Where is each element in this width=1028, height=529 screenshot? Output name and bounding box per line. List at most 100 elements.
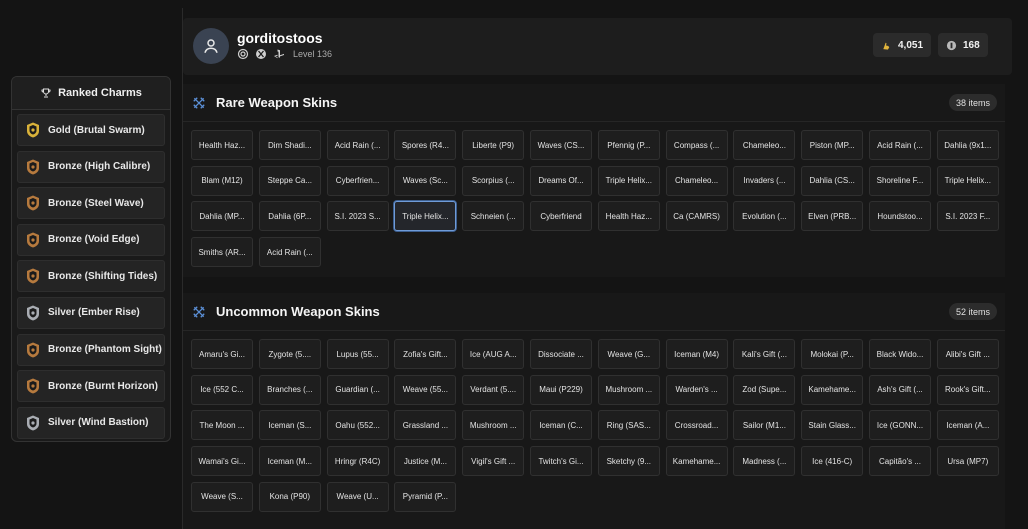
skin-tile[interactable]: Ice (416-C) xyxy=(801,446,864,477)
skin-tile-selected[interactable]: Triple Helix... xyxy=(394,201,457,232)
skin-tile[interactable]: Kona (P90) xyxy=(258,481,321,512)
skin-tile[interactable]: Black Wido... xyxy=(869,339,931,369)
skin-tile[interactable]: Weave (U... xyxy=(326,481,389,512)
skin-tile[interactable]: Justice (M... xyxy=(394,446,457,477)
skin-tile[interactable]: S.I. 2023 S... xyxy=(326,201,389,232)
skin-tile[interactable]: Ash's Gift (... xyxy=(869,374,931,405)
skin-tile[interactable]: Dissociate ... xyxy=(530,339,592,369)
skin-tile[interactable]: Iceman (A... xyxy=(936,410,999,441)
skin-tile[interactable]: Waves (Sc... xyxy=(394,165,457,196)
skin-tile[interactable]: Spores (R4... xyxy=(394,130,457,160)
skin-tile[interactable]: The Moon ... xyxy=(191,410,253,441)
skin-tile[interactable]: Triple Helix... xyxy=(936,165,999,196)
skin-tile[interactable]: Dahlia (6P... xyxy=(258,201,321,232)
skin-tile[interactable]: Weave (G... xyxy=(597,339,660,369)
charm-item[interactable]: Silver (Ember Rise) xyxy=(17,296,165,329)
skin-tile[interactable]: Kamehame... xyxy=(801,374,864,405)
skin-tile[interactable]: Dreams Of... xyxy=(530,165,592,196)
skin-tile[interactable]: Mushroom ... xyxy=(462,410,525,441)
charm-item[interactable]: Bronze (Shifting Tides) xyxy=(17,260,165,293)
skin-tile[interactable]: Dim Shadi... xyxy=(258,130,321,160)
skin-tile[interactable]: Twitch's Gi... xyxy=(530,446,592,477)
skin-tile[interactable]: Stain Glass... xyxy=(801,410,864,441)
skin-tile[interactable]: Sailor (M1... xyxy=(733,410,796,441)
skin-tile[interactable]: S.I. 2023 F... xyxy=(936,201,999,232)
skin-tile[interactable]: Vigil's Gift ... xyxy=(462,446,525,477)
skin-tile[interactable]: Ring (SAS... xyxy=(597,410,660,441)
skin-tile[interactable]: Rook's Gift... xyxy=(936,374,999,405)
skin-tile[interactable]: Pfennig (P... xyxy=(597,130,660,160)
skin-tile[interactable]: Iceman (M4) xyxy=(665,339,728,369)
avatar[interactable] xyxy=(193,28,229,64)
skin-tile[interactable]: Iceman (M... xyxy=(258,446,321,477)
skin-tile[interactable]: Ursa (MP7) xyxy=(936,446,999,477)
charm-item[interactable]: Bronze (Phantom Sight) xyxy=(17,333,165,366)
skin-tile[interactable]: Cyberfrien... xyxy=(326,165,389,196)
skin-tile[interactable]: Acid Rain (... xyxy=(258,237,321,268)
charm-item[interactable]: Bronze (High Calibre) xyxy=(17,150,165,183)
skin-tile[interactable]: Health Haz... xyxy=(191,130,253,160)
skin-tile[interactable]: Triple Helix... xyxy=(597,165,660,196)
skin-tile[interactable]: Iceman (S... xyxy=(258,410,321,441)
skin-tile[interactable]: Oahu (552... xyxy=(326,410,389,441)
skin-tile[interactable]: Dahlia (MP... xyxy=(191,201,253,232)
skin-tile[interactable]: Molokai (P... xyxy=(801,339,864,369)
skin-tile[interactable]: Capitão's ... xyxy=(869,446,931,477)
skin-tile[interactable]: Guardian (... xyxy=(326,374,389,405)
skin-tile[interactable]: Schneien (... xyxy=(462,201,525,232)
skin-tile[interactable]: Dahlia (CS... xyxy=(801,165,864,196)
charm-item[interactable]: Silver (Wind Bastion) xyxy=(17,406,165,439)
skin-tile[interactable]: Verdant (5.... xyxy=(462,374,525,405)
skin-tile[interactable]: Evolution (... xyxy=(733,201,796,232)
skin-tile[interactable]: Blam (M12) xyxy=(191,165,253,196)
skin-tile[interactable]: Madness (... xyxy=(733,446,796,477)
charm-item[interactable]: Gold (Brutal Swarm) xyxy=(17,114,165,146)
skin-tile[interactable]: Weave (S... xyxy=(191,481,253,512)
skin-tile[interactable]: Lupus (55... xyxy=(326,339,389,369)
skin-tile[interactable]: Chameleo... xyxy=(733,130,796,160)
skin-tile[interactable]: Chameleo... xyxy=(665,165,728,196)
skin-tile[interactable]: Weave (55... xyxy=(394,374,457,405)
skin-tile[interactable]: Acid Rain (... xyxy=(869,130,931,160)
skin-tile[interactable]: Maui (P229) xyxy=(530,374,592,405)
skin-tile[interactable]: Ice (GONN... xyxy=(869,410,931,441)
skin-tile[interactable]: Houndstoo... xyxy=(869,201,931,232)
skin-tile[interactable]: Kamehame... xyxy=(665,446,728,477)
skin-tile[interactable]: Ca (CAMRS) xyxy=(665,201,728,232)
skin-tile[interactable]: Warden's ... xyxy=(665,374,728,405)
skin-tile[interactable]: Scorpius (... xyxy=(462,165,525,196)
skin-tile[interactable]: Pyramid (P... xyxy=(394,481,457,512)
skin-tile[interactable]: Shoreline F... xyxy=(869,165,931,196)
skin-tile[interactable]: Cyberfriend xyxy=(530,201,592,232)
skin-tile[interactable]: Ice (552 C... xyxy=(191,374,253,405)
skin-tile[interactable]: Elven (PRB... xyxy=(801,201,864,232)
charm-item[interactable]: Bronze (Void Edge) xyxy=(17,223,165,256)
skin-tile[interactable]: Amaru's Gi... xyxy=(191,339,253,369)
skin-tile[interactable]: Invaders (... xyxy=(733,165,796,196)
charm-item[interactable]: Bronze (Steel Wave) xyxy=(17,187,165,220)
skin-tile[interactable]: Grassland ... xyxy=(394,410,457,441)
skin-tile[interactable]: Ice (AUG A... xyxy=(462,339,525,369)
skin-tile[interactable]: Alibi's Gift ... xyxy=(936,339,999,369)
skin-tile[interactable]: Iceman (C... xyxy=(530,410,592,441)
skin-tile[interactable]: Compass (... xyxy=(665,130,728,160)
skin-tile[interactable]: Zygote (5.... xyxy=(258,339,321,369)
skin-tile[interactable]: Hringr (R4C) xyxy=(326,446,389,477)
skin-tile[interactable]: Dahlia (9x1... xyxy=(936,130,999,160)
skin-tile[interactable]: Crossroad... xyxy=(665,410,728,441)
charm-item[interactable]: Bronze (Burnt Horizon) xyxy=(17,370,165,403)
skin-tile[interactable]: Zod (Supe... xyxy=(733,374,796,405)
skin-tile[interactable]: Branches (... xyxy=(258,374,321,405)
skin-tile[interactable]: Waves (CS... xyxy=(530,130,592,160)
skin-tile[interactable]: Wamai's Gi... xyxy=(191,446,253,477)
skin-tile[interactable]: Liberte (P9) xyxy=(462,130,525,160)
skin-tile[interactable]: Zofia's Gift... xyxy=(394,339,457,369)
skin-tile[interactable]: Sketchy (9... xyxy=(597,446,660,477)
skin-tile[interactable]: Kali's Gift (... xyxy=(733,339,796,369)
skin-tile[interactable]: Acid Rain (... xyxy=(326,130,389,160)
skin-tile[interactable]: Health Haz... xyxy=(597,201,660,232)
skin-tile[interactable]: Mushroom ... xyxy=(597,374,660,405)
skin-tile[interactable]: Steppe Ca... xyxy=(258,165,321,196)
skin-tile[interactable]: Piston (MP... xyxy=(801,130,864,160)
skin-tile[interactable]: Smiths (AR... xyxy=(191,237,253,268)
